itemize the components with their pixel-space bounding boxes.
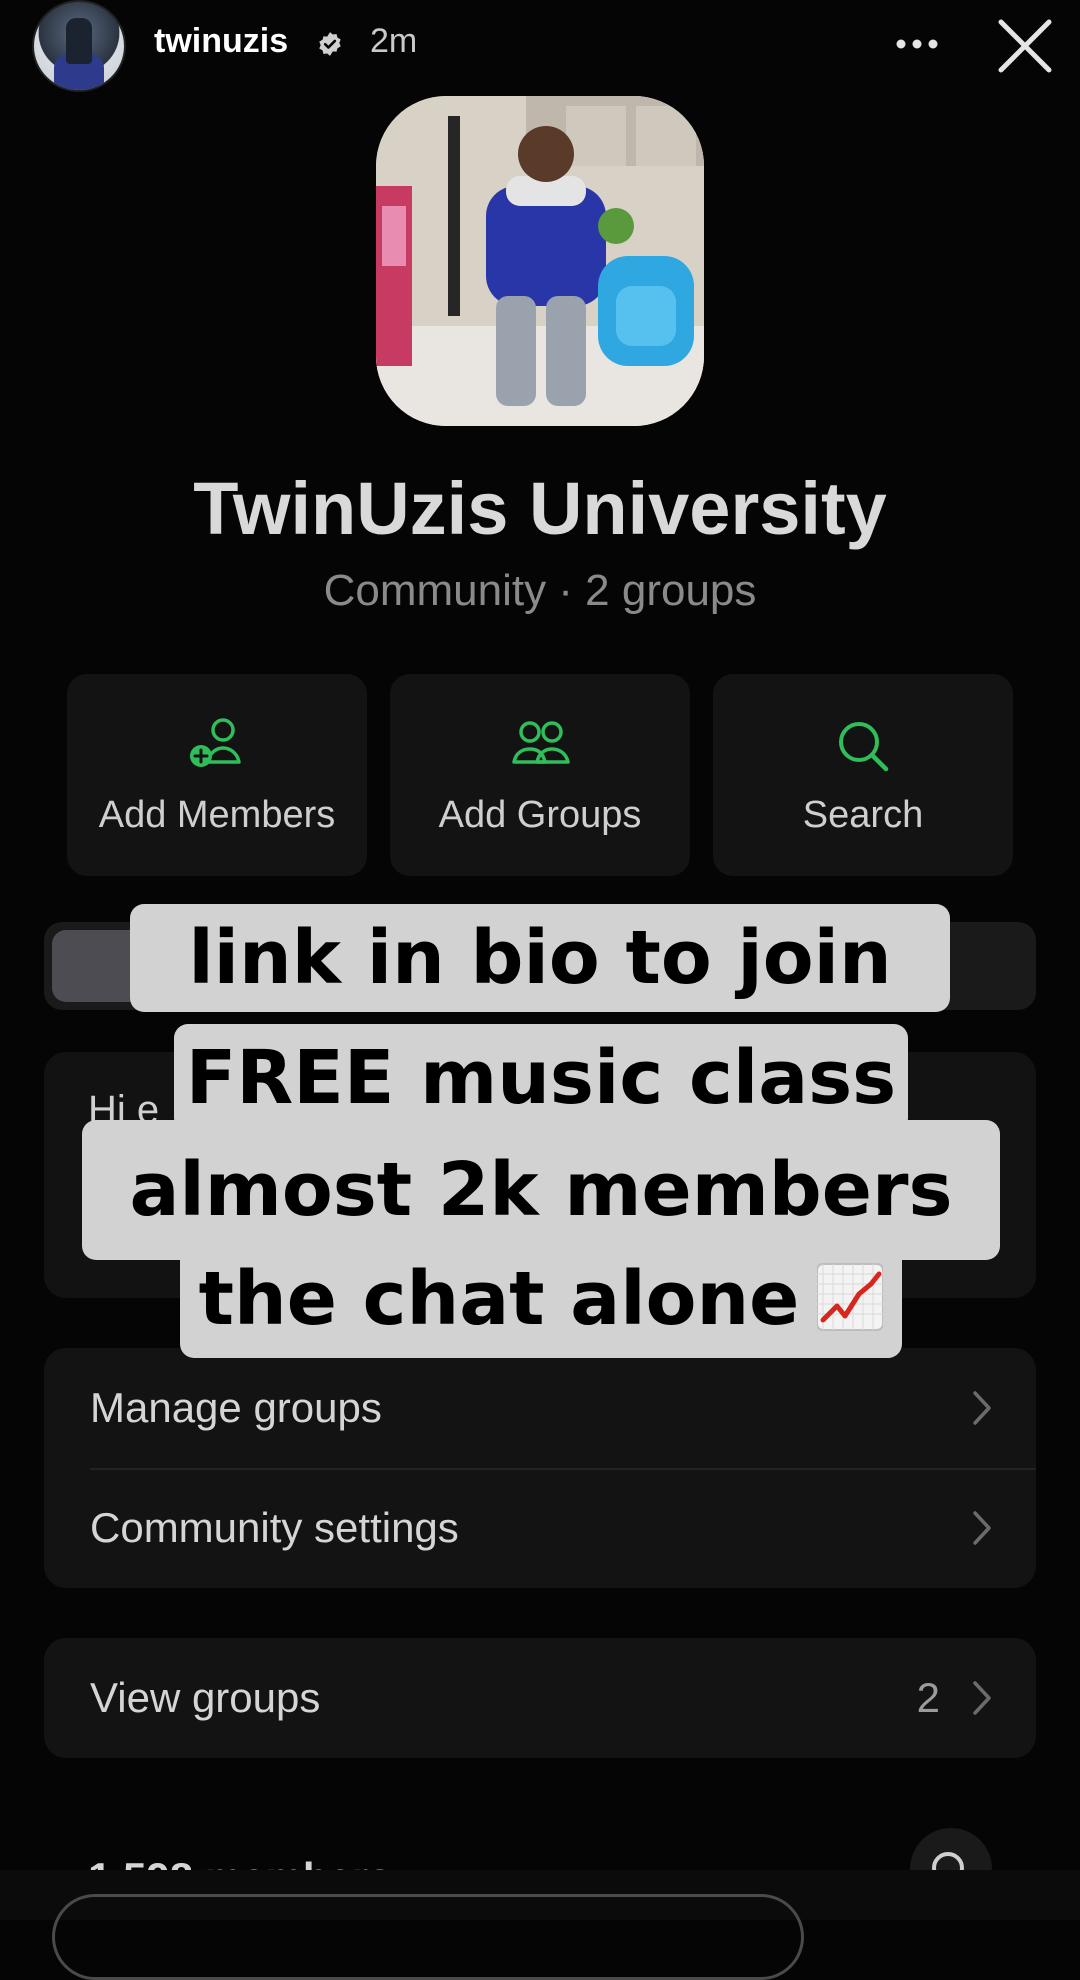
reply-input[interactable]	[52, 1894, 804, 1980]
add-person-icon	[190, 718, 241, 767]
search-icon	[839, 722, 889, 772]
caption-line-1: link in bio to join my	[130, 904, 950, 1109]
chevron-right-icon	[973, 1511, 991, 1545]
group-icon	[512, 721, 570, 764]
avatar-figure-head	[66, 18, 92, 64]
community-photo-illustration	[376, 96, 704, 426]
story-avatar[interactable]	[32, 0, 126, 92]
caption-line-2: FREE music class	[174, 1024, 908, 1132]
community-subtitle: Community · 2 groups	[323, 566, 757, 615]
verified-badge-icon	[319, 32, 341, 56]
view-groups-label: View groups	[90, 1674, 321, 1721]
more-options-icon[interactable]	[893, 20, 941, 60]
chart-increasing-emoji-icon	[817, 1263, 884, 1331]
community-settings-label: Community settings	[90, 1504, 459, 1551]
view-groups-count: 2	[916, 1674, 940, 1721]
view-groups-row[interactable]: View groups 2	[44, 1638, 1036, 1758]
community-photo	[376, 96, 704, 426]
view-groups-card: View groups 2	[44, 1638, 1036, 1758]
community-title: TwinUzis University	[193, 467, 887, 550]
manage-groups-label: Manage groups	[90, 1384, 382, 1431]
close-icon[interactable]	[995, 16, 1055, 76]
members-count-heading: 1,598 members	[88, 1848, 392, 1870]
caption-line-4-box: the chat alone	[180, 1240, 902, 1358]
add-members-label: Add Members	[98, 794, 336, 836]
search-label: Search	[802, 794, 924, 836]
search-button[interactable]: Search	[713, 674, 1013, 876]
chevron-right-icon	[973, 1391, 991, 1425]
add-members-button[interactable]: Add Members	[67, 674, 367, 876]
community-settings-row[interactable]: Community settings	[44, 1468, 1036, 1588]
story-username[interactable]: twinuzis	[154, 22, 288, 61]
chevron-right-icon	[973, 1681, 991, 1715]
caption-line-4: the chat alone	[198, 1256, 800, 1342]
story-timestamp: 2m	[370, 22, 418, 60]
add-groups-label: Add Groups	[438, 794, 642, 836]
add-groups-button[interactable]: Add Groups	[390, 674, 690, 876]
caption-line-3: almost 2k members in	[82, 1120, 1000, 1373]
